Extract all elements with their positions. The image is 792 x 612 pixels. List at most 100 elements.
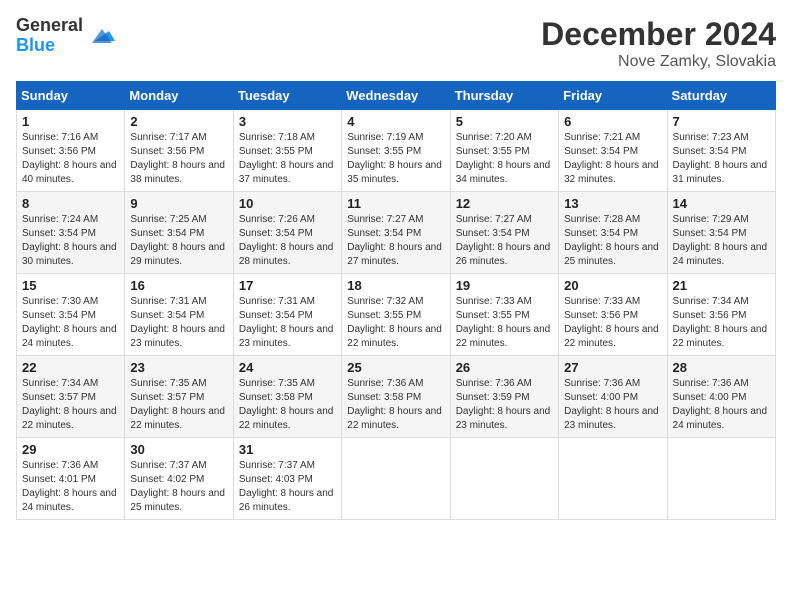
- calendar-cell: 11Sunrise: 7:27 AMSunset: 3:54 PMDayligh…: [342, 192, 450, 274]
- day-info: Sunrise: 7:20 AMSunset: 3:55 PMDaylight:…: [456, 131, 553, 187]
- day-info: Sunrise: 7:33 AMSunset: 3:55 PMDaylight:…: [456, 295, 553, 351]
- day-info: Sunrise: 7:37 AMSunset: 4:02 PMDaylight:…: [130, 459, 227, 515]
- day-info: Sunrise: 7:19 AMSunset: 3:55 PMDaylight:…: [347, 131, 444, 187]
- day-number: 8: [22, 196, 119, 211]
- day-number: 26: [456, 360, 553, 375]
- day-info: Sunrise: 7:36 AMSunset: 3:58 PMDaylight:…: [347, 377, 444, 433]
- calendar-cell: 5 Sunrise: 7:20 AMSunset: 3:55 PMDaylight…: [450, 110, 558, 192]
- calendar-cell: 21 Sunrise: 7:34 AMSunset: 3:56 PMDayligh…: [667, 274, 775, 356]
- day-number: 31: [239, 442, 336, 457]
- day-number: 21: [673, 278, 770, 293]
- day-header-thursday: Thursday: [450, 82, 558, 110]
- calendar-cell: 22 Sunrise: 7:34 AMSunset: 3:57 PMDayligh…: [17, 356, 125, 438]
- calendar-cell: 7 Sunrise: 7:23 AMSunset: 3:54 PMDaylight…: [667, 110, 775, 192]
- day-number: 30: [130, 442, 227, 457]
- day-number: 15: [22, 278, 119, 293]
- day-header-tuesday: Tuesday: [233, 82, 341, 110]
- title-section: December 2024 Nove Zamky, Slovakia: [541, 16, 776, 71]
- day-number: 20: [564, 278, 661, 293]
- day-header-friday: Friday: [559, 82, 667, 110]
- calendar-cell: 24 Sunrise: 7:35 AMSunset: 3:58 PMDayligh…: [233, 356, 341, 438]
- calendar-cell: 8Sunrise: 7:24 AMSunset: 3:54 PMDaylight…: [17, 192, 125, 274]
- day-number: 25: [347, 360, 444, 375]
- day-info: Sunrise: 7:17 AMSunset: 3:56 PMDaylight:…: [130, 131, 227, 187]
- calendar-cell: 15 Sunrise: 7:30 AMSunset: 3:54 PMDayligh…: [17, 274, 125, 356]
- day-number: 28: [673, 360, 770, 375]
- calendar-week-row: 22 Sunrise: 7:34 AMSunset: 3:57 PMDayligh…: [17, 356, 776, 438]
- day-number: 6: [564, 114, 661, 129]
- calendar-table: SundayMondayTuesdayWednesdayThursdayFrid…: [16, 81, 776, 520]
- day-number: 13: [564, 196, 661, 211]
- day-info: Sunrise: 7:16 AMSunset: 3:56 PMDaylight:…: [22, 131, 119, 187]
- day-info: Sunrise: 7:33 AMSunset: 3:56 PMDaylight:…: [564, 295, 661, 351]
- day-info: Sunrise: 7:30 AMSunset: 3:54 PMDaylight:…: [22, 295, 119, 351]
- calendar-cell: [450, 438, 558, 520]
- calendar-week-row: 29 Sunrise: 7:36 AMSunset: 4:01 PMDayligh…: [17, 438, 776, 520]
- day-header-monday: Monday: [125, 82, 233, 110]
- day-info: Sunrise: 7:34 AMSunset: 3:56 PMDaylight:…: [673, 295, 770, 351]
- month-year-title: December 2024: [541, 16, 776, 53]
- day-info: Sunrise: 7:27 AMSunset: 3:54 PMDaylight:…: [347, 213, 444, 269]
- calendar-cell: 13Sunrise: 7:28 AMSunset: 3:54 PMDayligh…: [559, 192, 667, 274]
- day-info: Sunrise: 7:26 AMSunset: 3:54 PMDaylight:…: [239, 213, 336, 269]
- calendar-cell: 27Sunrise: 7:36 AMSunset: 4:00 PMDayligh…: [559, 356, 667, 438]
- day-number: 24: [239, 360, 336, 375]
- day-number: 16: [130, 278, 227, 293]
- calendar-cell: 3Sunrise: 7:18 AMSunset: 3:55 PMDaylight…: [233, 110, 341, 192]
- day-number: 29: [22, 442, 119, 457]
- calendar-cell: 4 Sunrise: 7:19 AMSunset: 3:55 PMDaylight…: [342, 110, 450, 192]
- day-header-sunday: Sunday: [17, 82, 125, 110]
- calendar-cell: 16 Sunrise: 7:31 AMSunset: 3:54 PMDayligh…: [125, 274, 233, 356]
- page-header: General Blue December 2024 Nove Zamky, S…: [16, 16, 776, 71]
- calendar-cell: 10 Sunrise: 7:26 AMSunset: 3:54 PMDayligh…: [233, 192, 341, 274]
- calendar-week-row: 8Sunrise: 7:24 AMSunset: 3:54 PMDaylight…: [17, 192, 776, 274]
- day-info: Sunrise: 7:35 AMSunset: 3:58 PMDaylight:…: [239, 377, 336, 433]
- day-number: 2: [130, 114, 227, 129]
- calendar-cell: 19 Sunrise: 7:33 AMSunset: 3:55 PMDayligh…: [450, 274, 558, 356]
- day-number: 14: [673, 196, 770, 211]
- day-info: Sunrise: 7:36 AMSunset: 4:00 PMDaylight:…: [564, 377, 661, 433]
- day-number: 19: [456, 278, 553, 293]
- day-info: Sunrise: 7:27 AMSunset: 3:54 PMDaylight:…: [456, 213, 553, 269]
- calendar-cell: 6Sunrise: 7:21 AMSunset: 3:54 PMDaylight…: [559, 110, 667, 192]
- logo-general-text: General: [16, 16, 83, 36]
- day-number: 10: [239, 196, 336, 211]
- day-info: Sunrise: 7:32 AMSunset: 3:55 PMDaylight:…: [347, 295, 444, 351]
- day-info: Sunrise: 7:36 AMSunset: 3:59 PMDaylight:…: [456, 377, 553, 433]
- calendar-week-row: 1 Sunrise: 7:16 AMSunset: 3:56 PMDaylight…: [17, 110, 776, 192]
- day-number: 7: [673, 114, 770, 129]
- day-info: Sunrise: 7:23 AMSunset: 3:54 PMDaylight:…: [673, 131, 770, 187]
- day-number: 5: [456, 114, 553, 129]
- day-number: 18: [347, 278, 444, 293]
- day-info: Sunrise: 7:36 AMSunset: 4:01 PMDaylight:…: [22, 459, 119, 515]
- day-info: Sunrise: 7:35 AMSunset: 3:57 PMDaylight:…: [130, 377, 227, 433]
- day-info: Sunrise: 7:34 AMSunset: 3:57 PMDaylight:…: [22, 377, 119, 433]
- day-number: 23: [130, 360, 227, 375]
- calendar-cell: 29 Sunrise: 7:36 AMSunset: 4:01 PMDayligh…: [17, 438, 125, 520]
- calendar-cell: 14 Sunrise: 7:29 AMSunset: 3:54 PMDayligh…: [667, 192, 775, 274]
- day-header-saturday: Saturday: [667, 82, 775, 110]
- day-info: Sunrise: 7:37 AMSunset: 4:03 PMDaylight:…: [239, 459, 336, 515]
- calendar-week-row: 15 Sunrise: 7:30 AMSunset: 3:54 PMDayligh…: [17, 274, 776, 356]
- day-number: 9: [130, 196, 227, 211]
- calendar-cell: 2 Sunrise: 7:17 AMSunset: 3:56 PMDaylight…: [125, 110, 233, 192]
- calendar-cell: 30 Sunrise: 7:37 AMSunset: 4:02 PMDayligh…: [125, 438, 233, 520]
- day-info: Sunrise: 7:31 AMSunset: 3:54 PMDaylight:…: [239, 295, 336, 351]
- day-info: Sunrise: 7:29 AMSunset: 3:54 PMDaylight:…: [673, 213, 770, 269]
- calendar-cell: 12 Sunrise: 7:27 AMSunset: 3:54 PMDayligh…: [450, 192, 558, 274]
- calendar-cell: 31 Sunrise: 7:37 AMSunset: 4:03 PMDayligh…: [233, 438, 341, 520]
- day-number: 1: [22, 114, 119, 129]
- day-info: Sunrise: 7:31 AMSunset: 3:54 PMDaylight:…: [130, 295, 227, 351]
- calendar-cell: [667, 438, 775, 520]
- day-number: 17: [239, 278, 336, 293]
- day-number: 12: [456, 196, 553, 211]
- day-number: 3: [239, 114, 336, 129]
- calendar-cell: 17 Sunrise: 7:31 AMSunset: 3:54 PMDayligh…: [233, 274, 341, 356]
- calendar-cell: 9Sunrise: 7:25 AMSunset: 3:54 PMDaylight…: [125, 192, 233, 274]
- day-number: 22: [22, 360, 119, 375]
- logo: General Blue: [16, 16, 117, 56]
- logo-icon: [87, 21, 117, 51]
- location-subtitle: Nove Zamky, Slovakia: [541, 53, 776, 71]
- calendar-cell: 1 Sunrise: 7:16 AMSunset: 3:56 PMDaylight…: [17, 110, 125, 192]
- day-number: 4: [347, 114, 444, 129]
